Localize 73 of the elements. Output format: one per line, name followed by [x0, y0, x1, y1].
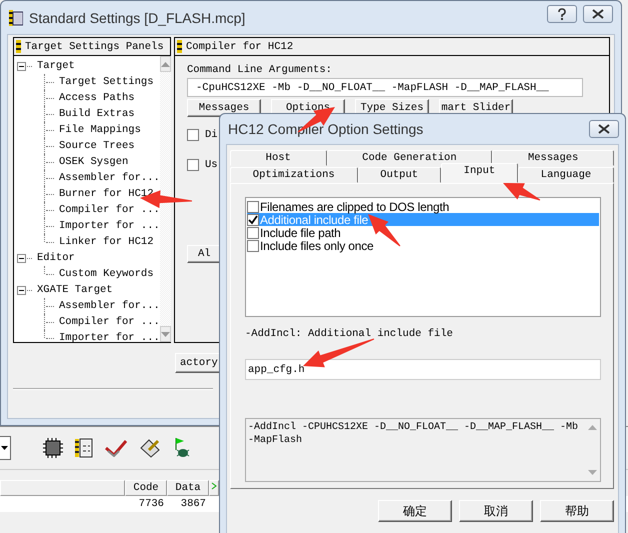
collapse-icon[interactable]	[17, 254, 26, 262]
option-item[interactable]: Include files only once	[247, 239, 599, 252]
window-title: Standard Settings [D_FLASH.mcp]	[29, 10, 246, 26]
option-description: -AddIncl: Additional include file	[245, 328, 454, 340]
bug-icon[interactable]	[173, 437, 191, 459]
dialog-button[interactable]: 确定	[378, 500, 452, 522]
command-preview: -AddIncl -CPUHCS12XE -D__NO_FLOAT__ -D__MAP_FLASH__ -Mb -MapFlash	[245, 418, 601, 482]
option-item[interactable]: Filenames are clipped to DOS length	[247, 200, 599, 213]
annotation-arrow	[503, 183, 540, 200]
checkbox[interactable]	[247, 200, 259, 212]
tree-item[interactable]: Target	[37, 60, 75, 72]
close-icon	[598, 124, 610, 134]
column-header[interactable]: Code	[125, 480, 167, 496]
panel-title: Compiler for HC12	[186, 40, 294, 52]
tab[interactable]: Output	[358, 167, 441, 183]
checkbox[interactable]	[187, 159, 199, 171]
tree-item[interactable]: Build Extras	[59, 108, 135, 120]
caret-icon	[1, 445, 9, 451]
checkbox[interactable]	[247, 240, 259, 252]
collapse-icon[interactable]	[17, 286, 26, 294]
option-item[interactable]: Include file path	[247, 226, 599, 239]
checkbox-label: Us	[205, 159, 218, 171]
tab[interactable]: Host	[230, 150, 326, 166]
tab[interactable]: Optimizations	[230, 167, 358, 183]
tab[interactable]: Language	[518, 167, 614, 183]
checkbox[interactable]	[247, 214, 259, 226]
check-icon[interactable]	[105, 439, 127, 457]
checkbox[interactable]	[247, 226, 259, 238]
annotation-arrow	[303, 338, 374, 368]
help-icon	[557, 8, 567, 20]
tab[interactable]: Input	[440, 163, 518, 183]
tree-item[interactable]: Assembler for...	[59, 300, 160, 312]
tree-item[interactable]: Custom Keywords	[59, 268, 154, 280]
dialog-button[interactable]: 帮助	[540, 500, 614, 522]
close-button[interactable]	[583, 4, 613, 22]
tree-item[interactable]: Compiler for ...	[59, 204, 160, 216]
tree-item[interactable]: XGATE Target	[37, 284, 113, 296]
help-button[interactable]	[547, 4, 577, 22]
tree-item[interactable]: Importer for ...	[59, 220, 160, 232]
tab[interactable]: Messages	[492, 150, 614, 166]
stripe-icon	[16, 40, 21, 53]
close-button[interactable]	[589, 120, 619, 138]
column-header[interactable]	[0, 480, 125, 496]
tree-item[interactable]: File Mappings	[59, 124, 141, 136]
tree-item[interactable]: Linker for HC12	[59, 236, 154, 248]
tree-item[interactable]: Importer for ...	[59, 332, 160, 344]
dropdown-button[interactable]	[0, 436, 11, 460]
tab[interactable]: Code Generation	[326, 150, 492, 166]
checkbox-label: Di	[205, 129, 218, 141]
app-icon	[9, 10, 23, 26]
stripe-icon	[177, 40, 182, 53]
column-header[interactable]	[209, 480, 219, 496]
include-file-field[interactable]: app_cfg.h	[245, 359, 601, 380]
tree-item[interactable]: Source Trees	[59, 140, 135, 152]
tree-item[interactable]: Editor	[37, 252, 75, 264]
column-header[interactable]: Data	[167, 480, 209, 496]
tree-item[interactable]: OSEK Sysgen	[59, 156, 128, 168]
tree-item[interactable]: Compiler for ...	[59, 316, 160, 328]
tree-item[interactable]: Assembler for...	[59, 172, 160, 184]
close-icon	[592, 8, 604, 18]
collapse-icon[interactable]	[17, 62, 26, 70]
dialog-button[interactable]: 取消	[459, 500, 533, 522]
chip-icon[interactable]	[43, 438, 63, 458]
panel-title: Target Settings Panels	[25, 40, 164, 52]
document-icon[interactable]	[75, 438, 93, 458]
chevron-icon	[211, 481, 217, 491]
field-label: Command Line Arguments:	[187, 64, 333, 76]
command-line-field[interactable]: -CpuHCS12XE -Mb -D__NO_FLOAT__ -MapFLASH -D__MAP_FLASH__	[187, 78, 583, 97]
tree-item[interactable]: Target Settings	[59, 76, 154, 88]
checkbox[interactable]	[187, 129, 199, 141]
tree-item[interactable]: Access Paths	[59, 92, 135, 104]
table-cell-text: 3867	[180, 497, 207, 512]
table-cell-text: 7736	[138, 497, 165, 512]
